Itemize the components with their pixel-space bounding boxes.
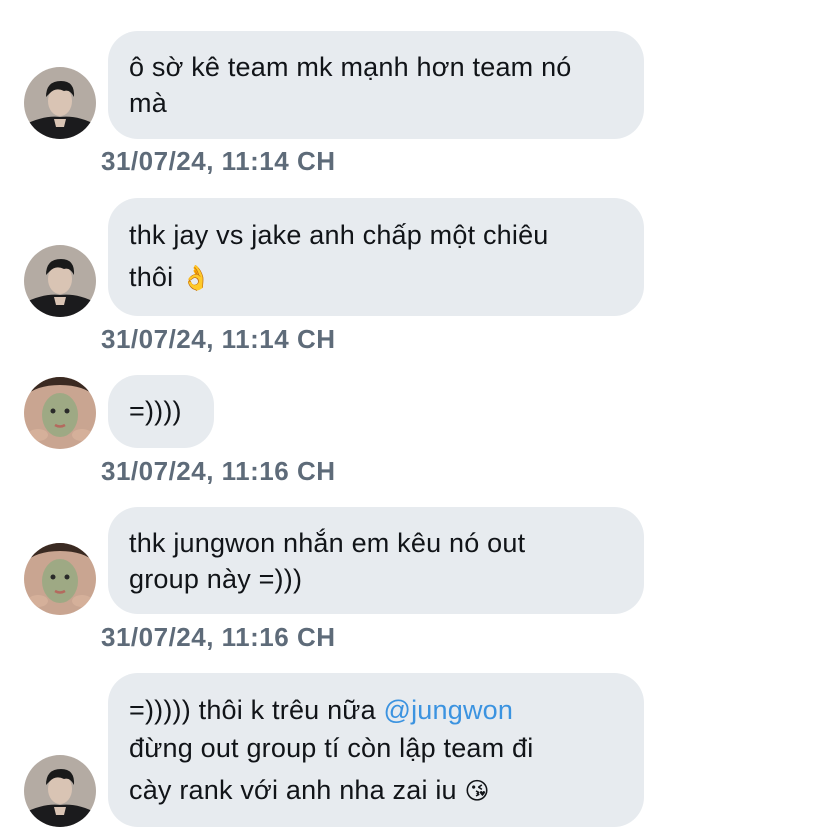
avatar-face-mask-icon	[24, 543, 96, 615]
message-bubble[interactable]: ô sờ kê team mk mạnh hơn team nó mà	[108, 31, 644, 139]
avatar[interactable]	[24, 755, 96, 827]
message-line: thôi 👌	[129, 256, 622, 299]
message-timestamp: 31/07/24, 11:14 CH	[101, 146, 336, 176]
message-text: thôi	[129, 262, 174, 292]
message-line: thk jay vs jake anh chấp một chiêu	[129, 220, 549, 250]
message-line: group này =)))	[129, 564, 303, 594]
message-timestamp: 31/07/24, 11:16 CH	[101, 456, 336, 486]
message-line: ô sờ kê team mk mạnh hơn team nó	[129, 52, 572, 82]
top-edge-remnant	[120, 0, 260, 10]
message-bubble[interactable]: thk jay vs jake anh chấp một chiêu thôi …	[108, 198, 644, 316]
avatar-dark-hair-man-icon	[24, 755, 96, 827]
avatar-dark-hair-man-icon	[24, 245, 96, 317]
avatar[interactable]	[24, 377, 96, 449]
message-bubble[interactable]: =))))) thôi k trêu nữa @jungwon đừng out…	[108, 673, 644, 827]
message-line: thk jungwon nhắn em kêu nó out	[129, 528, 526, 558]
message-bubble[interactable]: =))))	[108, 375, 214, 448]
message-line: đừng out group tí còn lập team đi	[129, 733, 534, 763]
kiss-emoji-icon: 😘	[464, 777, 490, 805]
avatar[interactable]	[24, 543, 96, 615]
user-mention-link[interactable]: @jungwon	[384, 695, 514, 725]
message-bubble[interactable]: thk jungwon nhắn em kêu nó out group này…	[108, 507, 644, 614]
message-text: cày rank với anh nha zai iu	[129, 775, 457, 805]
message-line: cày rank với anh nha zai iu 😘	[129, 771, 622, 810]
avatar-dark-hair-man-icon	[24, 67, 96, 139]
message-timestamp: 31/07/24, 11:16 CH	[101, 622, 336, 652]
message-text: =))))) thôi k trêu nữa	[129, 695, 384, 725]
message-line: mà	[129, 88, 167, 118]
avatar-face-mask-icon	[24, 377, 96, 449]
avatar[interactable]	[24, 245, 96, 317]
message-timestamp: 31/07/24, 11:14 CH	[101, 324, 336, 354]
ok-hand-emoji-icon: 👌	[181, 264, 212, 292]
message-line: =))))	[129, 396, 182, 426]
message-line: =))))) thôi k trêu nữa @jungwon	[129, 691, 622, 729]
avatar[interactable]	[24, 67, 96, 139]
